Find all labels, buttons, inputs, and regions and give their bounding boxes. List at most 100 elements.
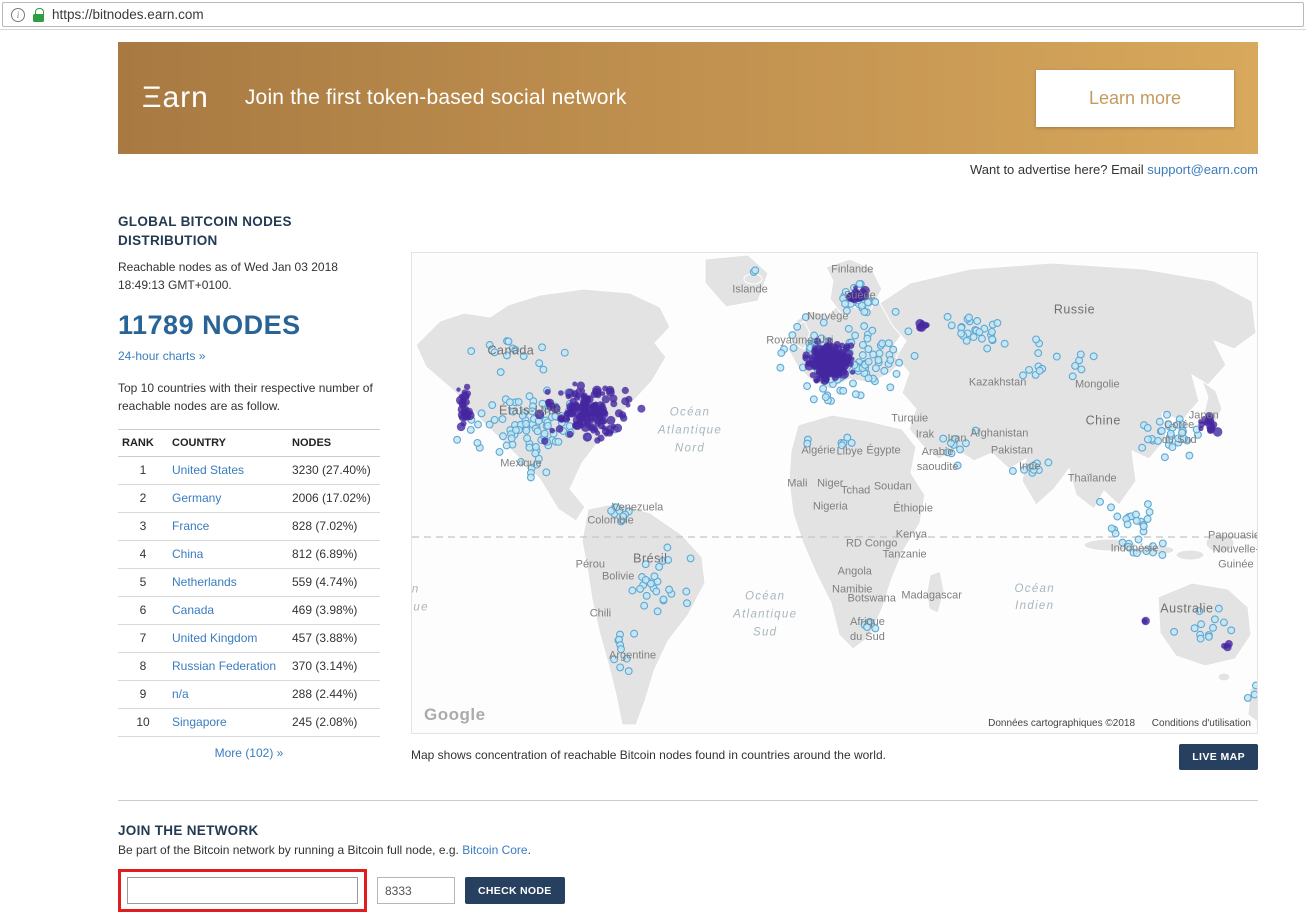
charts-link[interactable]: 24-hour charts » (118, 349, 205, 363)
node-dot (885, 340, 892, 347)
node-dot (566, 423, 573, 430)
country-link[interactable]: United States (172, 463, 244, 477)
country-link[interactable]: n/a (172, 687, 189, 701)
node-dot (545, 389, 551, 395)
node-dot (958, 330, 965, 337)
country-link[interactable]: Russian Federation (172, 659, 276, 673)
country-link[interactable]: Netherlands (172, 575, 237, 589)
node-dot (1206, 633, 1213, 640)
node-dot (777, 364, 784, 371)
node-dot (1142, 618, 1148, 624)
node-dot (815, 370, 824, 379)
node-dot (872, 625, 879, 632)
advertise-email-link[interactable]: support@earn.com (1147, 162, 1258, 177)
node-dot (637, 405, 645, 413)
node-dot (1179, 429, 1186, 436)
country-link[interactable]: Germany (172, 491, 221, 505)
map-caption: Map shows concentration of reachable Bit… (411, 744, 886, 762)
node-dot (566, 394, 572, 400)
node-dot (594, 402, 599, 407)
node-dot (842, 300, 849, 307)
earn-banner[interactable]: Ξarn Join the first token-based social n… (118, 42, 1258, 154)
node-dot (510, 408, 517, 415)
nodes-cell: 457 (3.88%) (288, 624, 380, 652)
node-dot (456, 387, 460, 391)
country-link[interactable]: United Kingdom (172, 631, 257, 645)
secure-lock-icon[interactable] (33, 8, 44, 22)
google-logo[interactable]: Google (424, 705, 486, 725)
node-dot (592, 406, 600, 414)
node-dot (810, 396, 817, 403)
node-dot (843, 307, 850, 314)
address-field[interactable]: i https://bitnodes.earn.com (2, 2, 1304, 27)
node-dot (610, 400, 617, 407)
node-dot (905, 328, 912, 335)
rank-cell: 10 (118, 708, 168, 736)
learn-more-button[interactable]: Learn more (1036, 70, 1234, 127)
node-dot (1069, 373, 1076, 380)
node-dot (518, 459, 525, 466)
url-text[interactable]: https://bitnodes.earn.com (52, 7, 204, 22)
bitcoin-core-link[interactable]: Bitcoin Core (462, 843, 527, 857)
more-countries-link[interactable]: More (102) » (118, 746, 380, 760)
country-link[interactable]: China (172, 547, 203, 561)
node-dot (1133, 517, 1140, 524)
page-info-icon[interactable]: i (11, 8, 25, 22)
node-dot (1221, 619, 1228, 626)
nodes-header: NODES (288, 429, 380, 456)
node-dot (1144, 425, 1151, 432)
node-dot (890, 346, 897, 353)
node-dot (1244, 695, 1251, 702)
node-dot (558, 390, 564, 396)
node-dot (887, 384, 894, 391)
node-dot (611, 656, 618, 663)
node-dot (651, 573, 658, 580)
node-dot (618, 646, 625, 653)
node-dot (519, 412, 526, 419)
country-link[interactable]: France (172, 519, 209, 533)
country-cell: United Kingdom (168, 624, 288, 652)
nodes-cell: 288 (2.44%) (288, 680, 380, 708)
node-dot (1253, 682, 1259, 689)
node-dot (820, 385, 827, 392)
node-dot (850, 380, 857, 387)
node-dot (532, 450, 539, 457)
node-dot (491, 349, 498, 356)
world-map[interactable]: IslandeFinlandeSuèdeNorvègeRussieCanadaR… (411, 252, 1258, 734)
port-input[interactable] (377, 877, 455, 904)
node-dot (994, 320, 1001, 327)
node-dot (963, 337, 970, 344)
country-link[interactable]: Canada (172, 603, 214, 617)
terms-link[interactable]: Conditions d'utilisation (1152, 718, 1251, 729)
node-dot (1198, 422, 1204, 428)
check-node-button[interactable]: CHECK NODE (465, 877, 565, 904)
node-dot (1133, 511, 1140, 518)
node-dot (642, 577, 649, 584)
node-dot (1144, 516, 1151, 523)
node-dot (1164, 411, 1171, 418)
node-dot (948, 322, 955, 329)
node-dot (459, 414, 466, 421)
node-dot (1112, 530, 1119, 537)
country-link[interactable]: Singapore (172, 715, 227, 729)
node-dot (1077, 351, 1084, 358)
node-dot (1156, 418, 1163, 425)
node-dot (622, 387, 629, 394)
rank-cell: 5 (118, 568, 168, 596)
rank-cell: 9 (118, 680, 168, 708)
node-dot (534, 428, 541, 435)
node-dot (789, 332, 796, 339)
node-dot (752, 267, 759, 274)
live-map-button[interactable]: LIVE MAP (1179, 744, 1258, 770)
node-dot (496, 449, 503, 456)
node-dot (1139, 444, 1146, 451)
node-dot (852, 391, 859, 398)
node-dot (1108, 504, 1115, 511)
annotation-highlight (118, 869, 367, 912)
node-dot (861, 291, 870, 300)
node-dot (664, 544, 671, 551)
node-dot (503, 442, 510, 449)
node-address-input[interactable] (127, 877, 358, 904)
node-dot (515, 399, 522, 406)
node-dot (1020, 372, 1027, 379)
